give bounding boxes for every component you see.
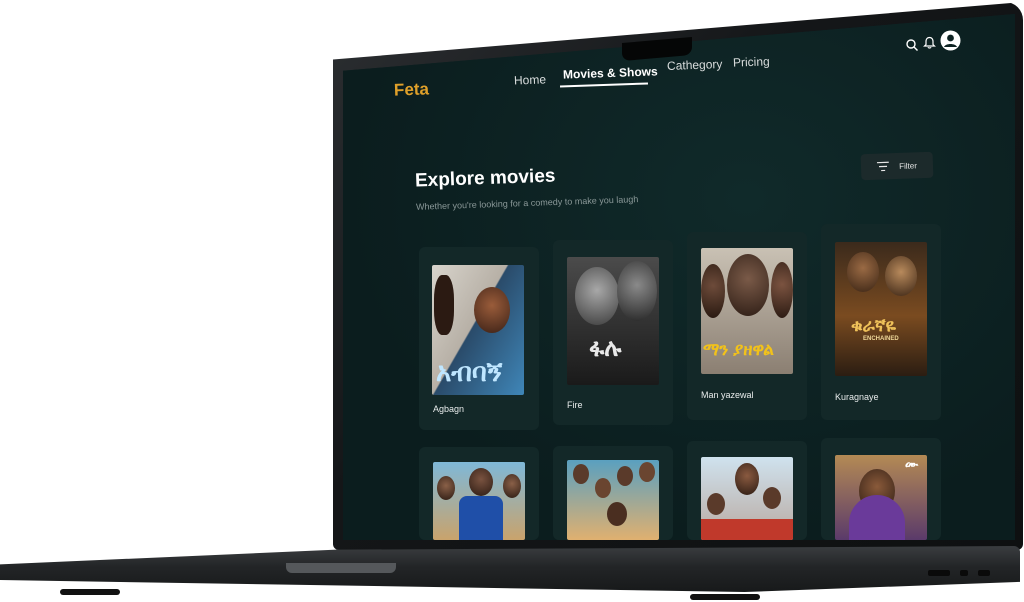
movie-card[interactable]: ፋሉ Fire bbox=[553, 240, 673, 425]
movie-card[interactable]: ቁራኛዬ ENCHAINED Kuragnaye bbox=[821, 224, 941, 420]
search-icon[interactable] bbox=[905, 38, 919, 52]
nav-pricing[interactable]: Pricing bbox=[733, 54, 770, 69]
movie-poster: ፋሉ bbox=[567, 257, 659, 385]
laptop-foot bbox=[690, 594, 760, 600]
movie-poster: ማን ያዘዋል bbox=[701, 248, 793, 374]
filter-label: Filter bbox=[898, 160, 918, 171]
usb-port bbox=[960, 570, 968, 576]
hdmi-port bbox=[928, 570, 950, 576]
nav-category[interactable]: Cathegory bbox=[667, 57, 723, 73]
movie-poster bbox=[701, 457, 793, 540]
movie-poster: አብባኝ bbox=[432, 265, 524, 395]
movie-card[interactable]: ማን ያዘዋል Man yazewal bbox=[687, 232, 807, 420]
brand-logo[interactable]: Feta bbox=[394, 79, 430, 100]
filter-icon bbox=[876, 161, 889, 172]
user-avatar-icon[interactable] bbox=[940, 30, 961, 51]
movie-card[interactable] bbox=[687, 441, 807, 540]
movie-poster bbox=[567, 460, 659, 540]
movie-poster bbox=[433, 462, 525, 540]
headphone-port bbox=[978, 570, 990, 576]
movie-card[interactable] bbox=[553, 446, 673, 540]
movie-card[interactable]: ሙ bbox=[821, 438, 941, 540]
movie-title: Agbagn bbox=[433, 404, 465, 414]
movie-title: Kuragnaye bbox=[835, 392, 879, 402]
movie-poster: ሙ bbox=[835, 455, 927, 540]
movie-card[interactable]: አብባኝ Agbagn bbox=[419, 247, 539, 430]
movie-card[interactable] bbox=[419, 447, 539, 540]
filter-button[interactable]: Filter bbox=[860, 151, 934, 181]
movie-title: Fire bbox=[567, 400, 583, 410]
bell-icon[interactable] bbox=[923, 36, 936, 50]
laptop-foot bbox=[60, 589, 120, 595]
movie-title: Man yazewal bbox=[701, 390, 754, 400]
nav-home[interactable]: Home bbox=[514, 72, 546, 87]
laptop-opening-groove bbox=[286, 563, 396, 573]
laptop-base bbox=[0, 546, 1020, 592]
movie-poster: ቁራኛዬ ENCHAINED bbox=[835, 242, 927, 376]
